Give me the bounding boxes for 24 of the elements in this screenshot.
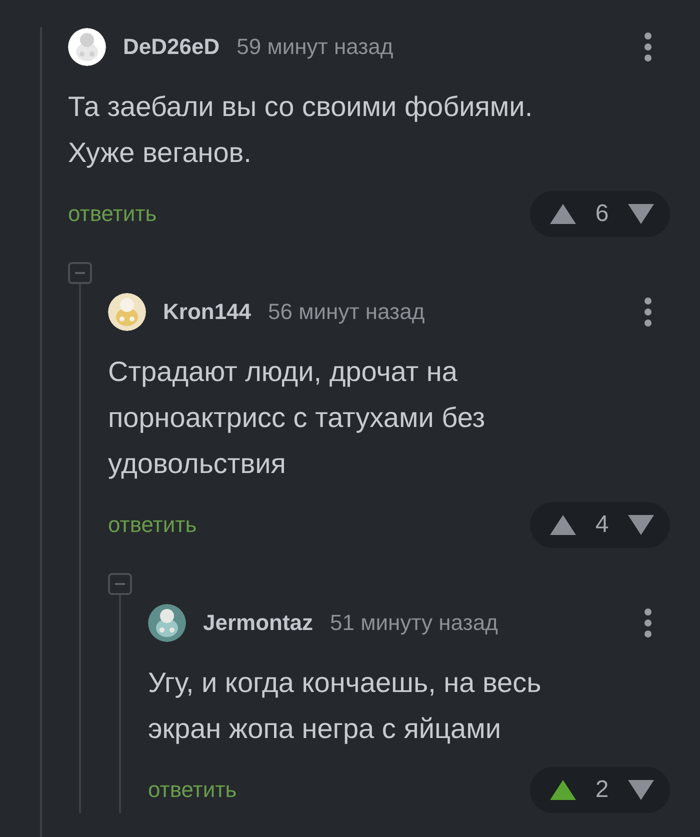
username[interactable]: Kron144 (163, 299, 252, 325)
downvote-icon[interactable] (628, 515, 654, 535)
reply-link[interactable]: ответить (68, 201, 157, 227)
timestamp: 59 минут назад (236, 34, 394, 60)
downvote-icon[interactable] (628, 780, 654, 800)
score: 2 (595, 776, 609, 804)
comment-text: Угу, и когда кончаешь, на весь экран жопа негра с яйцами (148, 666, 542, 746)
comment-text: Страдают люди, дрочат на порноактрисс с татухами без удовольствия (108, 355, 486, 481)
upvote-icon[interactable] (550, 780, 576, 800)
upvote-icon[interactable] (550, 204, 576, 224)
username[interactable]: Jermontaz (203, 610, 314, 636)
more-menu-icon[interactable] (644, 32, 652, 62)
more-menu-icon[interactable] (644, 608, 652, 638)
comment-text: Та заебали вы со своими фобиями. Хуже веганов. (68, 90, 534, 170)
score: 4 (595, 511, 609, 539)
reply-link[interactable]: ответить (108, 512, 197, 538)
timestamp: 56 минут назад (268, 299, 426, 325)
score: 6 (595, 200, 609, 228)
more-menu-icon[interactable] (644, 297, 652, 327)
upvote-icon[interactable] (550, 515, 576, 535)
downvote-icon[interactable] (628, 204, 654, 224)
timestamp: 51 минуту назад (330, 610, 499, 636)
username[interactable]: DeD26eD (123, 34, 220, 60)
reply-link[interactable]: ответить (148, 777, 237, 803)
